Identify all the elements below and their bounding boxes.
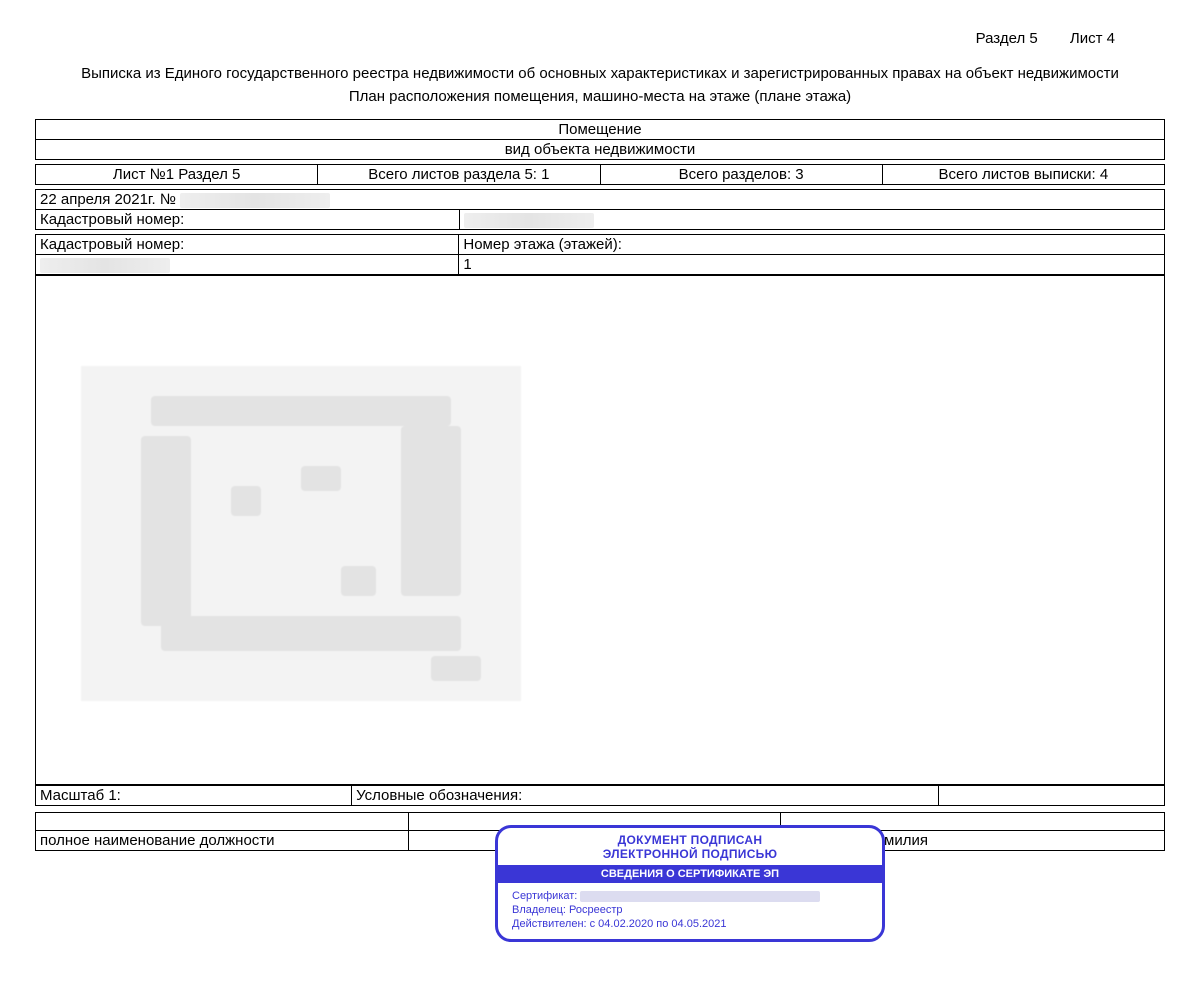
sheet-label: Лист 4 [1070,30,1115,47]
meta-sheet-no: Лист №1 Раздел 5 [36,165,318,185]
digital-signature-stamp: ДОКУМЕНТ ПОДПИСАН ЭЛЕКТРОННОЙ ПОДПИСЬЮ С… [495,825,885,942]
date-row: 22 апреля 2021г. № [36,190,1165,210]
cadastre1-value [459,210,1164,229]
page-heading-right: Раздел 5 Лист 4 [35,30,1165,47]
object-type: Помещение [36,120,1165,140]
meta-section-sheets: Всего листов раздела 5: 1 [318,165,600,185]
cadastre1-label: Кадастровый номер: [36,210,459,229]
scale-table: Масштаб 1: Условные обозначения: [35,785,1165,806]
stamp-owner: Владелец: Росреестр [498,903,882,917]
redacted-block [180,193,330,208]
scale-cell: Масштаб 1: [36,786,352,806]
stamp-bar: СВЕДЕНИЯ О СЕРТИФИКАТЕ ЭП [498,865,882,883]
stamp-line1b: ЭЛЕКТРОННОЙ ПОДПИСЬЮ [498,847,882,861]
document-title: Выписка из Единого государственного реес… [35,65,1165,82]
object-category: вид объекта недвижимости [36,140,1165,160]
stamp-line1a: ДОКУМЕНТ ПОДПИСАН [498,833,882,847]
floor-value: 1 [459,255,1165,275]
date-table: 22 апреля 2021г. № Кадастровый номер: [35,189,1165,230]
cadastre-floor-table: Кадастровый номер: Номер этажа (этажей):… [35,234,1165,275]
stamp-cert-label: Сертификат: [512,890,577,902]
section-label: Раздел 5 [976,30,1038,47]
position-cell: полное наименование должности [36,831,409,851]
redacted-block [580,891,820,902]
meta-total-sections: Всего разделов: 3 [600,165,882,185]
floor-plan-image [35,275,1165,785]
redacted-block [464,213,594,228]
stamp-cert: Сертификат: [498,889,882,903]
stamp-valid: Действителен: с 04.02.2020 по 04.05.2021 [498,917,882,931]
cadastre2-label: Кадастровый номер: [36,235,459,255]
sig-empty-1 [36,813,409,831]
empty-cell [939,786,1165,806]
date-text: 22 апреля 2021г. № [40,191,180,208]
legend-cell: Условные обозначения: [352,786,939,806]
floor-label: Номер этажа (этажей): [459,235,1165,255]
meta-total-sheets: Всего листов выписки: 4 [882,165,1164,185]
document-subtitle: План расположения помещения, машино-мест… [35,88,1165,105]
header-table: Помещение вид объекта недвижимости [35,119,1165,160]
cadastre-row-1: Кадастровый номер: [36,210,1165,230]
redacted-block [40,258,170,273]
cadastre2-value [36,255,459,275]
meta-table: Лист №1 Раздел 5 Всего листов раздела 5:… [35,164,1165,185]
